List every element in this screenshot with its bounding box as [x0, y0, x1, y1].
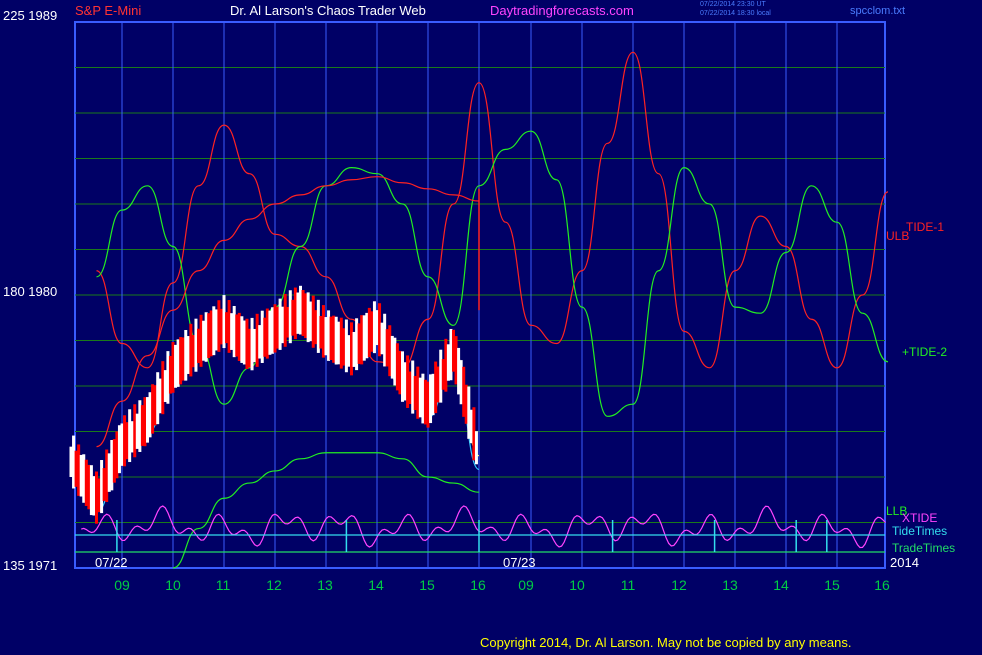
x-tick-label: 09 [518, 577, 534, 593]
tidetimes-label: TideTimes [892, 524, 948, 538]
price-bar [301, 289, 305, 337]
price-bar [293, 287, 297, 340]
x-tick-label: 16 [470, 577, 486, 593]
x-tick-label: 10 [569, 577, 585, 593]
x-tick-label: 16 [874, 577, 890, 593]
price-bar [352, 331, 356, 367]
price-bar [416, 366, 420, 419]
x-tick-label: 12 [671, 577, 687, 593]
xtide-label: XTIDE [902, 511, 938, 525]
price-bar [395, 343, 399, 391]
instrument-title: S&P E-Mini [75, 3, 142, 18]
price-bar [459, 360, 463, 405]
data-filename: spcclom.txt [850, 5, 906, 17]
timestamp-ut: 07/22/2014 23:30 UT [700, 1, 766, 8]
xtide-line [81, 505, 886, 549]
price-bar [429, 374, 433, 424]
page-title: Dr. Al Larson's Chaos Trader Web [230, 3, 426, 18]
y-label-mid: 180 1980 [3, 284, 58, 299]
x-tick-label: 14 [773, 577, 789, 593]
price-bar [268, 310, 272, 355]
chaos-chart [69, 21, 889, 569]
x-tick-label: 13 [722, 577, 738, 593]
price-bar [357, 323, 361, 364]
x-tick-label: 12 [266, 577, 282, 593]
copyright-notice: Copyright 2014, Dr. Al Larson. May not b… [480, 635, 852, 650]
price-bar [344, 319, 348, 373]
x-tick-label: 14 [368, 577, 384, 593]
price-bar [276, 306, 280, 349]
x-tick-label: 15 [824, 577, 840, 593]
price-bar [370, 311, 374, 352]
y-label-top: 225 1989 [3, 8, 58, 23]
ulb-label: ULB [886, 229, 910, 243]
price-bar [378, 303, 382, 357]
price-bar [441, 359, 445, 390]
date-label-year: 2014 [890, 555, 919, 570]
price-bar [281, 306, 285, 344]
x-tick-label: 09 [114, 577, 130, 593]
tide2-label: +TIDE-2 [902, 345, 948, 359]
date-label-next: 07/23 [503, 555, 536, 570]
price-bar [288, 290, 292, 344]
site-link[interactable]: Daytradingforecasts.com [490, 3, 634, 18]
price-bar [327, 310, 331, 361]
price-bar [339, 317, 343, 369]
price-bar [390, 335, 394, 379]
price-bar [383, 313, 387, 367]
price-bar [408, 371, 412, 405]
price-bar [319, 315, 323, 349]
date-label-start: 07/22 [95, 555, 128, 570]
price-bar [467, 386, 471, 439]
tide1-label: TIDE-1 [906, 220, 945, 234]
price-bar [472, 407, 476, 461]
price-bar [403, 362, 407, 401]
x-tick-label: 11 [620, 577, 636, 593]
price-bar [421, 373, 425, 424]
tide2-line [96, 130, 889, 417]
price-bar [434, 361, 438, 414]
x-tick-label: 13 [317, 577, 333, 593]
price-bar [314, 310, 318, 345]
y-label-bottom: 135 1971 [3, 558, 58, 573]
price-bar [306, 292, 310, 343]
timestamp-local: 07/22/2014 18:30 local [700, 10, 771, 17]
price-bar [263, 317, 267, 357]
price-bar [474, 431, 478, 465]
x-tick-label: 15 [419, 577, 435, 593]
tradetimes-label: TradeTimes [892, 541, 956, 555]
price-bar [365, 312, 369, 359]
price-bar [255, 313, 259, 367]
x-tick-label: 11 [215, 577, 231, 593]
price-bar [454, 336, 458, 385]
x-tick-label: 10 [165, 577, 181, 593]
chart-stage: S&P E-Mini Dr. Al Larson's Chaos Trader … [0, 0, 982, 650]
price-bar [446, 344, 450, 381]
price-bar [332, 315, 336, 363]
